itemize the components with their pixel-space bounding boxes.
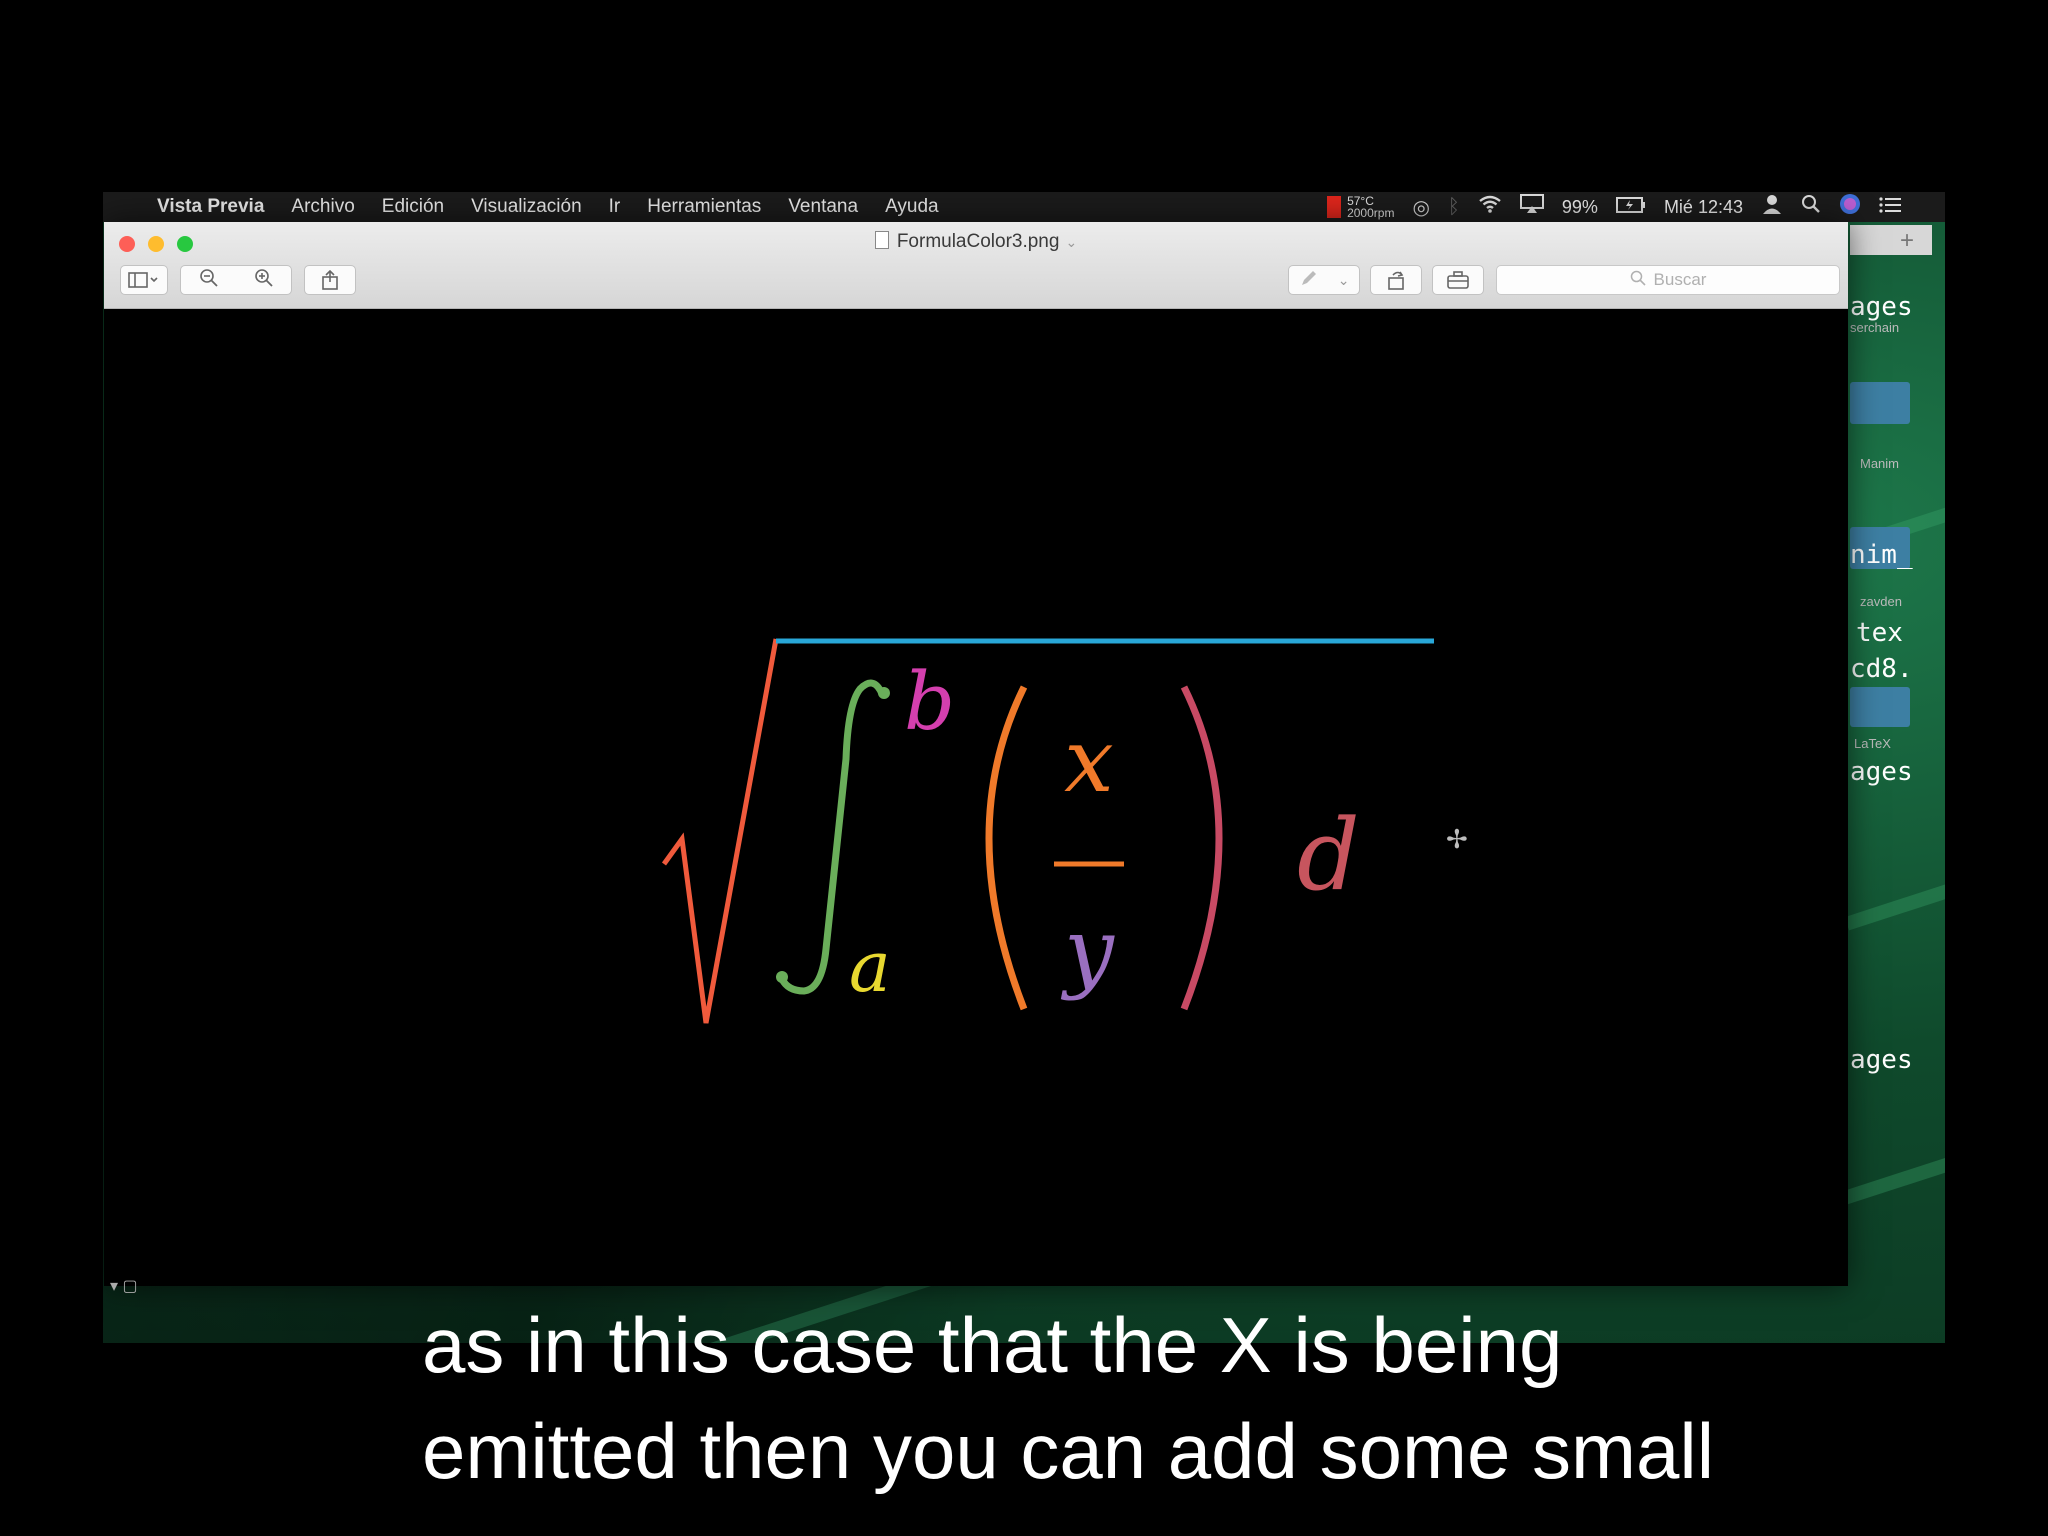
finder-item-sublabel: zavden (1860, 594, 1902, 609)
document-title[interactable]: FormulaColor3.png ⌄ (104, 231, 1848, 253)
pen-icon (1299, 268, 1319, 293)
zoom-out-icon[interactable] (199, 268, 219, 293)
fan-speed-value: 2000rpm (1347, 206, 1395, 220)
menu-ir[interactable]: Ir (609, 196, 621, 218)
markup-button[interactable]: ⌄ (1288, 265, 1360, 295)
folder-icon[interactable] (1850, 687, 1910, 727)
subtitle-line-1: as in this case that the X is being (422, 1301, 1563, 1389)
search-icon (1630, 270, 1646, 291)
integral-lower-limit: a (849, 926, 891, 1008)
zoom-controls (180, 265, 292, 295)
sidebar-toggle-button[interactable] (120, 265, 168, 295)
trailing-variable: d (1297, 799, 1360, 913)
toolbox-button[interactable] (1432, 265, 1484, 295)
radical-sign (661, 638, 779, 1024)
airplay-icon[interactable] (1519, 194, 1544, 220)
menu-visualizacion[interactable]: Visualización (471, 196, 582, 218)
battery-icon[interactable] (1615, 196, 1646, 218)
integral-bottom-terminal (776, 971, 788, 983)
search-placeholder: Buscar (1653, 270, 1707, 289)
zoom-in-icon[interactable] (254, 268, 274, 293)
status-area: 57°C 2000rpm ◎ ᛒ 99% Mié 12:43 (1327, 192, 1901, 222)
preview-window: FormulaColor3.png ⌄ ⌄ Buscar b a x y d ✢ (104, 222, 1848, 1286)
window-titlebar[interactable]: FormulaColor3.png ⌄ ⌄ Buscar (104, 222, 1848, 309)
menu-app-name[interactable]: Vista Previa (157, 196, 264, 218)
crosshair-cursor-icon: ✢ (1446, 824, 1468, 854)
subtitle-line-2: emitted then you can add some small (422, 1407, 1715, 1495)
menu-herramientas[interactable]: Herramientas (647, 196, 761, 218)
menu-bar: Vista Previa Archivo Edición Visualizaci… (103, 192, 1945, 222)
right-parenthesis (1180, 685, 1223, 1011)
finder-item-label[interactable]: ages (1850, 292, 1913, 322)
menu-edicion[interactable]: Edición (382, 196, 444, 218)
menu-ayuda[interactable]: Ayuda (885, 196, 939, 218)
integral-upper-limit: b (904, 655, 955, 748)
bluetooth-icon[interactable]: ᛒ (1448, 196, 1460, 219)
desktop-widget-icon: ▾ ▢ (110, 1278, 138, 1295)
temperature-monitor[interactable]: 57°C 2000rpm (1327, 195, 1394, 219)
document-icon (874, 231, 889, 249)
background-finder-window: + ages serchain Manim nim_ zavden tex cd… (1850, 222, 1942, 1342)
left-parenthesis (985, 685, 1028, 1011)
finder-item-label[interactable]: cd8. (1850, 654, 1913, 684)
spotlight-search-icon[interactable] (1801, 194, 1821, 220)
finder-item-label[interactable]: ages (1850, 1045, 1913, 1075)
siri-icon[interactable] (1839, 193, 1861, 221)
creative-cloud-icon[interactable]: ◎ (1412, 195, 1429, 220)
user-icon[interactable] (1761, 193, 1783, 221)
image-canvas[interactable]: b a x y d ✢ (104, 309, 1848, 1286)
finder-item-sublabel: LaTeX (1854, 736, 1891, 751)
menu-archivo[interactable]: Archivo (291, 196, 354, 218)
temperature-icon (1327, 196, 1342, 218)
finder-item-label[interactable]: nim_ (1850, 540, 1913, 570)
rotate-button[interactable] (1370, 265, 1422, 295)
finder-item-label[interactable]: ages (1850, 757, 1913, 787)
fraction-numerator: x (1064, 709, 1114, 812)
fraction-denominator: y (1060, 899, 1115, 1002)
finder-tab-bar[interactable]: + (1850, 225, 1932, 255)
finder-item-sublabel: Manim (1860, 456, 1900, 471)
search-field[interactable]: Buscar (1496, 265, 1840, 295)
clock[interactable]: Mié 12:43 (1664, 197, 1743, 218)
finder-item-sublabel: serchain (1850, 320, 1900, 335)
share-button[interactable] (304, 265, 356, 295)
video-subtitle: as in this case that the X is being emit… (422, 1292, 1714, 1504)
wifi-icon[interactable] (1478, 195, 1502, 219)
chevron-down-icon[interactable]: ⌄ (1065, 234, 1077, 250)
integral-top-terminal (878, 687, 890, 699)
finder-item-label[interactable]: tex (1856, 618, 1903, 648)
plus-icon[interactable]: + (1900, 227, 1914, 255)
folder-icon[interactable] (1850, 382, 1910, 424)
document-title-text: FormulaColor3.png (896, 231, 1060, 252)
menu-ventana[interactable]: Ventana (788, 196, 858, 218)
notification-center-icon[interactable] (1879, 196, 1901, 219)
battery-percentage[interactable]: 99% (1562, 197, 1598, 218)
formula-image: b a x y d (661, 638, 1434, 1024)
chevron-down-icon: ⌄ (1337, 271, 1350, 288)
